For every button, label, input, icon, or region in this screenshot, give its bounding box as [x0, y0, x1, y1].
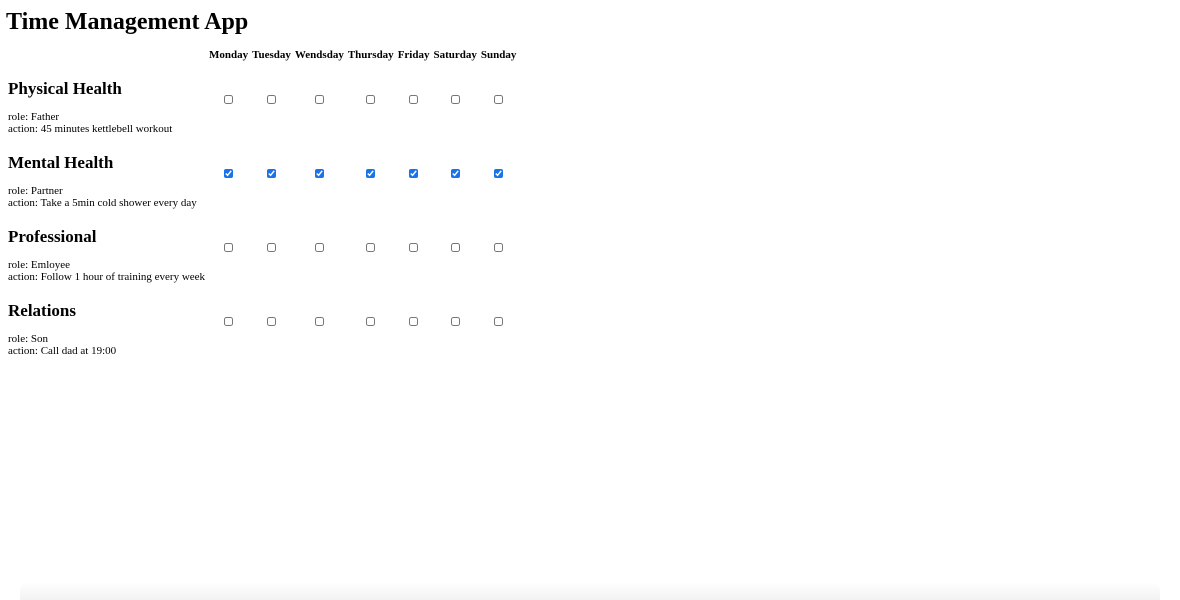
role-value: Son: [30, 333, 49, 345]
role-prefix: role:: [8, 185, 31, 197]
day-header-saturday: Saturday: [433, 49, 477, 61]
checkbox-physical-health-saturday[interactable]: [450, 95, 460, 104]
checkbox-physical-health-wednesday[interactable]: [314, 95, 324, 104]
checkbox-relations-monday[interactable]: [224, 317, 234, 326]
day-header-wednesday: Wendsday: [294, 49, 344, 61]
checkbox-mental-health-sunday[interactable]: [494, 169, 504, 178]
area-title: Mental Health: [8, 153, 114, 172]
role-value: Father: [30, 111, 60, 123]
checkbox-physical-health-tuesday[interactable]: [267, 95, 277, 104]
day-header-thursday: Thursday: [347, 49, 394, 61]
area-info: Mental Health role: Partner action: Take…: [7, 138, 206, 210]
bottom-shadow: [20, 582, 1160, 600]
weekly-schedule-table: Monday Tuesday Wendsday Thursday Friday …: [5, 46, 519, 360]
role-prefix: role:: [8, 333, 31, 345]
checkbox-relations-saturday[interactable]: [450, 317, 460, 326]
area-row-mental-health: Mental Health role: Partner action: Take…: [7, 138, 517, 210]
day-header-tuesday: Tuesday: [252, 49, 291, 61]
role-prefix: role:: [8, 259, 31, 271]
checkbox-relations-thursday[interactable]: [366, 317, 376, 326]
area-title: Professional: [8, 227, 97, 246]
checkbox-mental-health-wednesday[interactable]: [314, 169, 324, 178]
checkbox-physical-health-sunday[interactable]: [494, 95, 504, 104]
checkbox-relations-friday[interactable]: [409, 317, 419, 326]
checkbox-mental-health-monday[interactable]: [224, 169, 234, 178]
checkbox-mental-health-tuesday[interactable]: [267, 169, 277, 178]
area-role: role: Partner: [8, 185, 205, 197]
checkbox-professional-tuesday[interactable]: [267, 243, 277, 252]
day-header-friday: Friday: [397, 49, 430, 61]
checkbox-professional-monday[interactable]: [224, 243, 234, 252]
action-prefix: action:: [8, 197, 41, 209]
checkbox-mental-health-thursday[interactable]: [366, 169, 376, 178]
checkbox-professional-sunday[interactable]: [494, 243, 504, 252]
area-role: role: Emloyee: [8, 259, 205, 271]
area-row-physical-health: Physical Health role: Father action: 45 …: [7, 64, 517, 136]
area-column-header: [7, 48, 206, 62]
area-row-relations: Relations role: Son action: Call dad at …: [7, 286, 517, 358]
checkbox-physical-health-monday[interactable]: [224, 95, 234, 104]
area-title: Physical Health: [8, 79, 122, 98]
area-info: Professional role: Emloyee action: Follo…: [7, 212, 206, 284]
area-action: action: 45 minutes kettlebell workout: [8, 123, 205, 135]
action-value: Follow 1 hour of training every week: [40, 271, 206, 283]
action-prefix: action:: [8, 271, 41, 283]
role-value: Partner: [30, 185, 63, 197]
action-prefix: action:: [8, 345, 41, 357]
checkbox-mental-health-saturday[interactable]: [450, 169, 460, 178]
area-row-professional: Professional role: Emloyee action: Follo…: [7, 212, 517, 284]
checkbox-professional-saturday[interactable]: [450, 243, 460, 252]
area-info: Relations role: Son action: Call dad at …: [7, 286, 206, 358]
role-prefix: role:: [8, 111, 31, 123]
page-title: Time Management App: [6, 9, 249, 35]
day-header-monday: Monday: [209, 49, 249, 61]
checkbox-physical-health-friday[interactable]: [409, 95, 419, 104]
area-role: role: Son: [8, 333, 205, 345]
checkbox-relations-sunday[interactable]: [494, 317, 504, 326]
day-header-sunday: Sunday: [480, 49, 517, 61]
checkbox-professional-friday[interactable]: [409, 243, 419, 252]
checkbox-mental-health-friday[interactable]: [409, 169, 419, 178]
action-prefix: action:: [8, 123, 41, 135]
action-value: Call dad at 19:00: [40, 345, 117, 357]
area-action: action: Take a 5min cold shower every da…: [8, 197, 205, 209]
area-action: action: Call dad at 19:00: [8, 345, 205, 357]
checkbox-professional-thursday[interactable]: [366, 243, 376, 252]
checkbox-relations-wednesday[interactable]: [314, 317, 324, 326]
action-value: Take a 5min cold shower every day: [40, 197, 197, 209]
role-value: Emloyee: [30, 259, 71, 271]
day-header-row: Monday Tuesday Wendsday Thursday Friday …: [7, 48, 517, 62]
checkbox-physical-health-thursday[interactable]: [366, 95, 376, 104]
area-info: Physical Health role: Father action: 45 …: [7, 64, 206, 136]
area-title: Relations: [8, 301, 76, 320]
area-action: action: Follow 1 hour of training every …: [8, 271, 205, 283]
area-role: role: Father: [8, 111, 205, 123]
checkbox-professional-wednesday[interactable]: [314, 243, 324, 252]
action-value: 45 minutes kettlebell workout: [40, 123, 173, 135]
checkbox-relations-tuesday[interactable]: [267, 317, 277, 326]
